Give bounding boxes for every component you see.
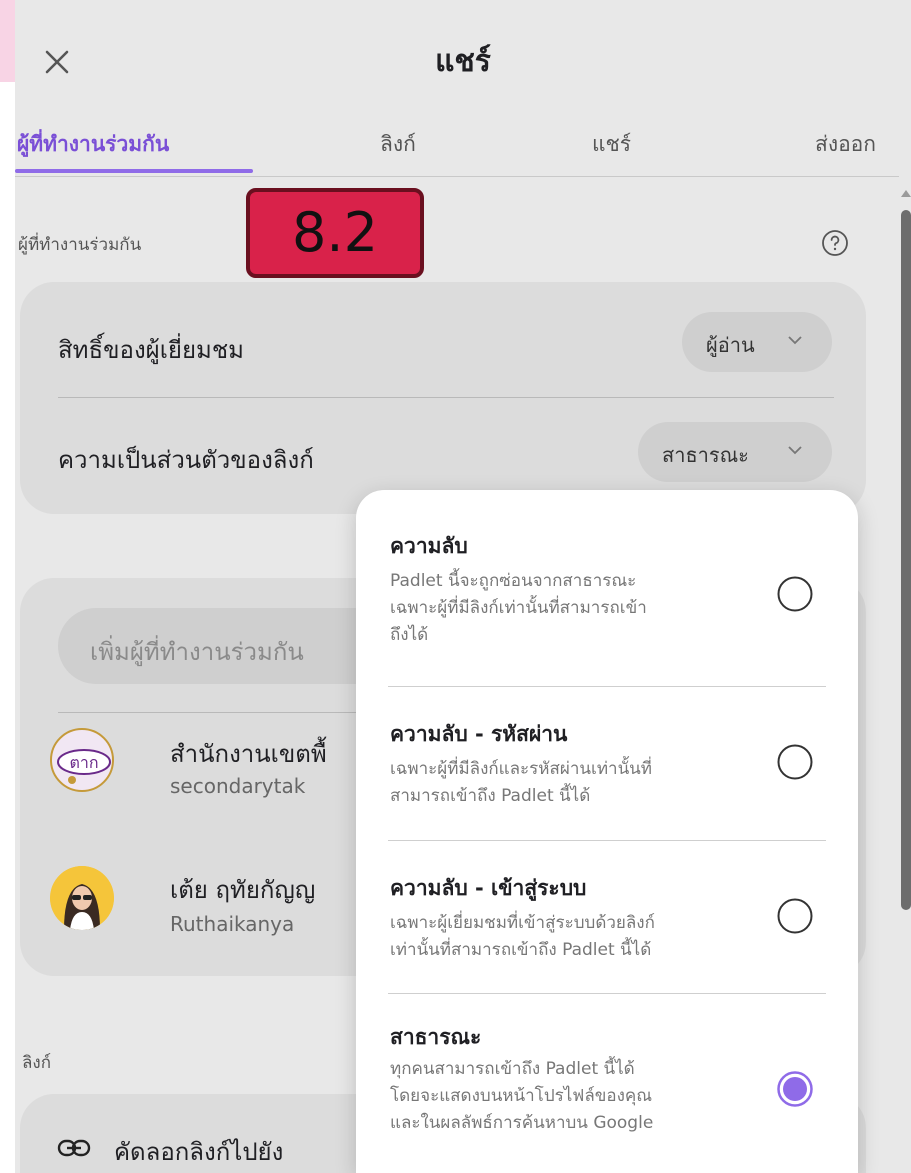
scrollbar[interactable] — [899, 190, 911, 920]
option-description: ทุกคนสามารถเข้าถึง Padlet นี้ได้ โดยจะแส… — [390, 1056, 742, 1137]
option-desc-line: ถึงได้ — [390, 625, 429, 645]
link-privacy-menu: ความลับ Padlet นี้จะถูกซ่อนจากสาธารณะ เฉ… — [356, 490, 858, 1173]
scrollbar-thumb[interactable] — [901, 210, 911, 910]
option-desc-line: โดยจะแสดงบนหน้าโปรไฟล์ของคุณ — [390, 1086, 653, 1106]
tab-bar: ผู้ที่ทำงานร่วมกัน ลิงก์ แชร์ ส่งออก — [15, 120, 899, 177]
visitor-permission-select[interactable]: ผู้อ่าน — [682, 312, 832, 372]
option-description: เฉพาะผู้เยี่ยมชมที่เข้าสู่ระบบด้วยลิงก์ … — [390, 910, 742, 964]
link-privacy-label: ความเป็นส่วนตัวของลิงก์ — [58, 446, 314, 474]
tab-link[interactable]: ลิงก์ — [380, 128, 416, 161]
option-title: สาธารณะ — [390, 1025, 482, 1049]
person-username: Ruthaikanya — [170, 912, 295, 936]
question-circle-icon[interactable] — [820, 228, 850, 258]
office-logo-icon: ตาก — [57, 749, 111, 784]
link-privacy-value: สาธารณะ — [662, 443, 749, 467]
active-tab-indicator — [15, 169, 253, 173]
option-title: ความลับ — [390, 534, 468, 558]
avatar — [50, 866, 114, 930]
person-name: สำนักงานเขตพื้ — [170, 740, 327, 768]
option-desc-line: เฉพาะผู้ที่มีลิงก์และรหัสผ่านเท่านั้นที่ — [390, 759, 653, 779]
chevron-down-icon — [788, 446, 802, 455]
visitor-permission-value: ผู้อ่าน — [706, 333, 755, 357]
avatar-text: ตาก — [69, 753, 98, 772]
scroll-up-arrow-icon[interactable] — [901, 190, 911, 197]
option-description: เฉพาะผู้ที่มีลิงก์และรหัสผ่านเท่านั้นที่… — [390, 756, 742, 810]
permissions-card: สิทธิ์ของผู้เยี่ยมชม ผู้อ่าน ความเป็นส่ว… — [20, 282, 866, 514]
option-title: ความลับ - รหัสผ่าน — [390, 722, 568, 746]
option-divider — [388, 993, 826, 994]
avatar: ตาก — [50, 728, 114, 792]
option-desc-line: และในผลลัพธ์การค้นหาบน Google — [390, 1113, 654, 1133]
collaborators-section-label: ผู้ที่ทำงานร่วมกัน — [18, 235, 142, 255]
radio-selected-icon[interactable] — [776, 1070, 814, 1108]
option-divider — [388, 686, 826, 687]
option-desc-line: เฉพาะผู้ที่มีลิงก์เท่านั้นที่สามารถเข้า — [390, 598, 647, 618]
link-icon — [57, 1139, 91, 1157]
tab-export[interactable]: ส่งออก — [815, 128, 876, 161]
dialog-title: แชร์ — [435, 44, 491, 79]
radio-unselected-icon[interactable] — [776, 743, 814, 781]
tab-collaborators[interactable]: ผู้ที่ทำงานร่วมกัน — [17, 128, 169, 161]
link-privacy-select[interactable]: สาธารณะ — [638, 422, 832, 482]
person-name: เต้ย ฤทัยกัญญ — [170, 876, 316, 904]
dialog-header: แชร์ — [15, 0, 911, 110]
radio-unselected-icon[interactable] — [776, 575, 814, 613]
visitor-permission-label: สิทธิ์ของผู้เยี่ยมชม — [58, 336, 244, 364]
card-divider — [58, 397, 834, 398]
radio-unselected-icon[interactable] — [776, 897, 814, 935]
option-desc-line: เฉพาะผู้เยี่ยมชมที่เข้าสู่ระบบด้วยลิงก์ — [390, 913, 655, 933]
tab-share[interactable]: แชร์ — [592, 128, 631, 161]
person-username: secondarytak — [170, 774, 306, 798]
links-section-label: ลิงก์ — [22, 1053, 52, 1073]
option-desc-line: Padlet นี้จะถูกซ่อนจากสาธารณะ — [390, 571, 637, 591]
option-desc-line: ทุกคนสามารถเข้าถึง Padlet นี้ได้ — [390, 1059, 635, 1079]
option-description: Padlet นี้จะถูกซ่อนจากสาธารณะ เฉพาะผู้ที… — [390, 568, 742, 649]
chevron-down-icon — [788, 336, 802, 345]
option-desc-line: เท่านั้นที่สามารถเข้าถึง Padlet นี้ได้ — [390, 940, 652, 960]
annotation-badge: 8.2 — [246, 188, 424, 278]
user-photo-icon — [50, 866, 114, 930]
add-collaborator-placeholder: เพิ่มผู้ที่ทำงานร่วมกัน — [90, 638, 304, 666]
option-title: ความลับ - เข้าสู่ระบบ — [390, 876, 587, 900]
option-desc-line: สามารถเข้าถึง Padlet นี้ได้ — [390, 786, 591, 806]
option-divider — [388, 840, 826, 841]
copy-link-button[interactable]: คัดลอกลิงก์ไปยัง — [114, 1132, 283, 1171]
